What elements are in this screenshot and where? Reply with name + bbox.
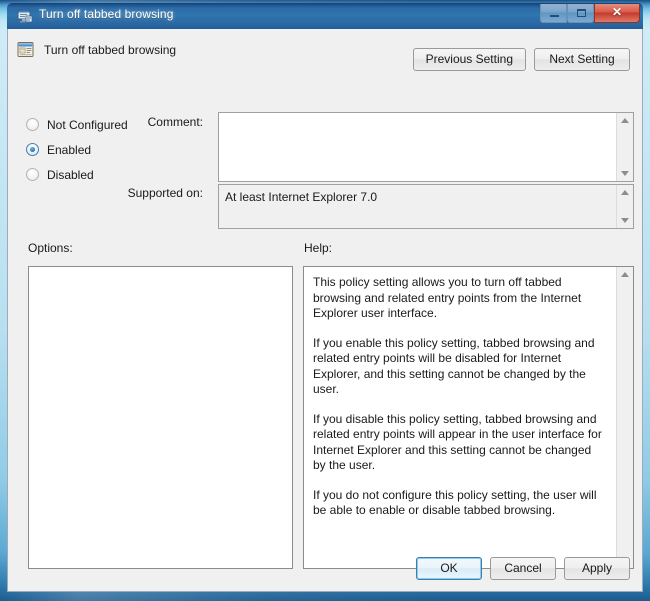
close-icon: ✕ [611,5,623,19]
comment-text [219,113,615,181]
next-setting-button[interactable]: Next Setting [534,48,630,71]
minimize-button[interactable] [540,4,567,23]
group-policy-setting-icon [17,42,34,57]
comment-textarea[interactable] [218,112,634,182]
cancel-button[interactable]: Cancel [490,557,556,580]
options-panel-content [29,267,292,568]
policy-header: Turn off tabbed browsing [17,41,176,59]
scroll-up-icon[interactable] [617,113,633,129]
scroll-down-icon[interactable] [617,212,633,228]
navigation-buttons: Previous Setting Next Setting [412,48,630,71]
radio-indicator-icon [26,168,39,181]
options-section-label: Options: [28,241,73,255]
radio-label-enabled: Enabled [47,142,92,157]
dialog-buttons: OK Cancel Apply [416,557,630,580]
help-text-body: This policy setting allows you to turn o… [304,267,615,568]
window-frame: Turn off tabbed browsing ✕ Turn off tabb… [0,0,650,601]
comment-label: Comment: [147,115,203,129]
minimize-icon [550,15,559,17]
radio-indicator-selected-icon [26,143,39,156]
scroll-up-icon[interactable] [617,267,633,283]
options-panel[interactable] [28,266,293,569]
comment-scrollbar[interactable] [616,113,633,181]
close-button[interactable]: ✕ [594,4,640,23]
radio-indicator-icon [26,118,39,131]
help-panel[interactable]: This policy setting allows you to turn o… [303,266,634,569]
policy-setting-icon [17,9,33,23]
maximize-icon [577,9,586,17]
radio-enabled[interactable]: Enabled [26,137,128,162]
supported-on-scrollbar[interactable] [616,185,633,228]
caption-buttons: ✕ [540,4,640,24]
help-paragraph: If you disable this policy setting, tabb… [313,411,602,473]
dialog-client-area: Turn off tabbed browsing Previous Settin… [7,29,643,592]
policy-title: Turn off tabbed browsing [44,43,177,57]
radio-label-disabled: Disabled [47,167,94,182]
radio-disabled[interactable]: Disabled [26,162,128,187]
window-title: Turn off tabbed browsing [39,7,174,21]
supported-on-text: At least Internet Explorer 7.0 [225,190,378,204]
apply-button[interactable]: Apply [564,557,630,580]
previous-setting-button[interactable]: Previous Setting [412,48,526,71]
window-titlebar[interactable]: Turn off tabbed browsing ✕ [7,3,643,29]
ok-button[interactable]: OK [416,557,482,580]
help-paragraph: This policy setting allows you to turn o… [313,275,582,320]
maximize-button[interactable] [567,4,594,23]
supported-on-label: Supported on: [127,186,203,200]
help-paragraph: If you do not configure this policy sett… [313,487,597,518]
supported-on-textarea[interactable]: At least Internet Explorer 7.0 [218,184,634,229]
scroll-down-icon[interactable] [617,165,633,181]
help-section-label: Help: [304,241,333,255]
scroll-up-icon[interactable] [617,185,633,201]
help-paragraph: If you enable this policy setting, tabbe… [313,335,595,397]
help-scrollbar[interactable] [616,267,633,568]
